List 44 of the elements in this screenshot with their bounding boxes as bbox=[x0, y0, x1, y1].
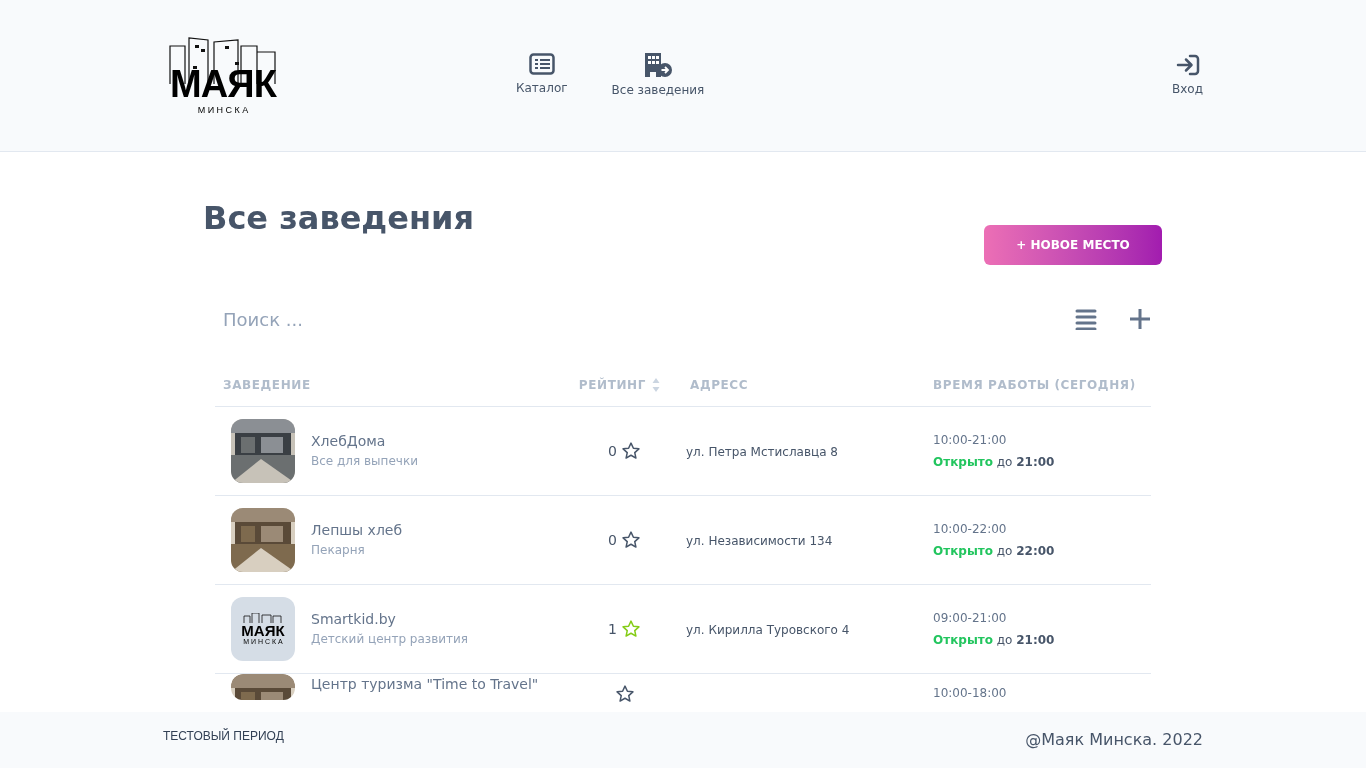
open-status: Открыто до 21:00 bbox=[933, 454, 1056, 471]
list-view-icon[interactable] bbox=[1075, 308, 1097, 330]
add-icon[interactable] bbox=[1129, 308, 1151, 330]
place-name[interactable]: Центр туризма "Time to Travel" bbox=[311, 674, 539, 694]
new-place-button[interactable]: + НОВОЕ МЕСТО bbox=[984, 225, 1162, 265]
place-name[interactable]: ХлебДома bbox=[311, 431, 418, 451]
place-name[interactable]: Лепшы хлеб bbox=[311, 520, 403, 540]
place-category: Детский центр развития bbox=[311, 631, 469, 648]
place-name[interactable]: Smartkid.by bbox=[311, 609, 469, 629]
trial-label: ТЕСТОВЫЙ ПЕРИОД bbox=[163, 727, 284, 745]
star-icon[interactable] bbox=[620, 619, 641, 639]
address: ул. Кирилла Туровского 4 bbox=[686, 623, 850, 637]
nav-link[interactable]: Каталог bbox=[516, 52, 568, 99]
login-link[interactable]: Вход bbox=[1172, 53, 1203, 98]
logo-subtitle: М И Н С К А bbox=[197, 103, 249, 116]
open-status: Открыто до 21:00 bbox=[933, 632, 1056, 649]
star-icon[interactable] bbox=[620, 441, 641, 461]
column-header: ЗАВЕДЕНИЕ bbox=[223, 376, 311, 394]
rating-value: 0 bbox=[608, 441, 617, 461]
copyright: @Маяк Минска. 2022 bbox=[1025, 729, 1203, 751]
star-icon[interactable] bbox=[620, 530, 641, 550]
buildings-icon bbox=[243, 612, 283, 623]
open-status: Открыто до 22:00 bbox=[933, 543, 1056, 560]
logo-title: МАЯК bbox=[170, 63, 276, 104]
opening-hours: 10:00-22:00 bbox=[933, 521, 1008, 538]
rating-value: 1 bbox=[608, 619, 617, 639]
address: ул. Независимости 134 bbox=[686, 534, 833, 548]
opening-hours: 10:00-21:00 bbox=[933, 432, 1008, 449]
place-category: Все для выпечки bbox=[311, 453, 418, 470]
logo-title: МАЯК bbox=[241, 622, 285, 638]
list-icon bbox=[528, 52, 555, 75]
nav-link[interactable]: Все заведения bbox=[611, 52, 705, 99]
rating-value: 0 bbox=[608, 530, 617, 550]
building-icon bbox=[642, 52, 673, 77]
address: ул. Петра Мстиславца 8 bbox=[686, 445, 838, 459]
column-header: ВРЕМЯ РАБОТЫ (СЕГОДНЯ) bbox=[933, 376, 1136, 394]
page-title: Все заведения bbox=[203, 198, 474, 239]
star-icon[interactable] bbox=[614, 684, 635, 704]
opening-hours: 09:00-21:00 bbox=[933, 610, 1008, 627]
column-header: АДРЕСС bbox=[690, 376, 749, 394]
login-icon bbox=[1175, 53, 1200, 76]
place-category: Пекарня bbox=[311, 542, 366, 559]
opening-hours: 10:00-18:00 bbox=[933, 685, 1008, 702]
logo[interactable]: МАЯК М И Н С К А bbox=[169, 35, 277, 116]
